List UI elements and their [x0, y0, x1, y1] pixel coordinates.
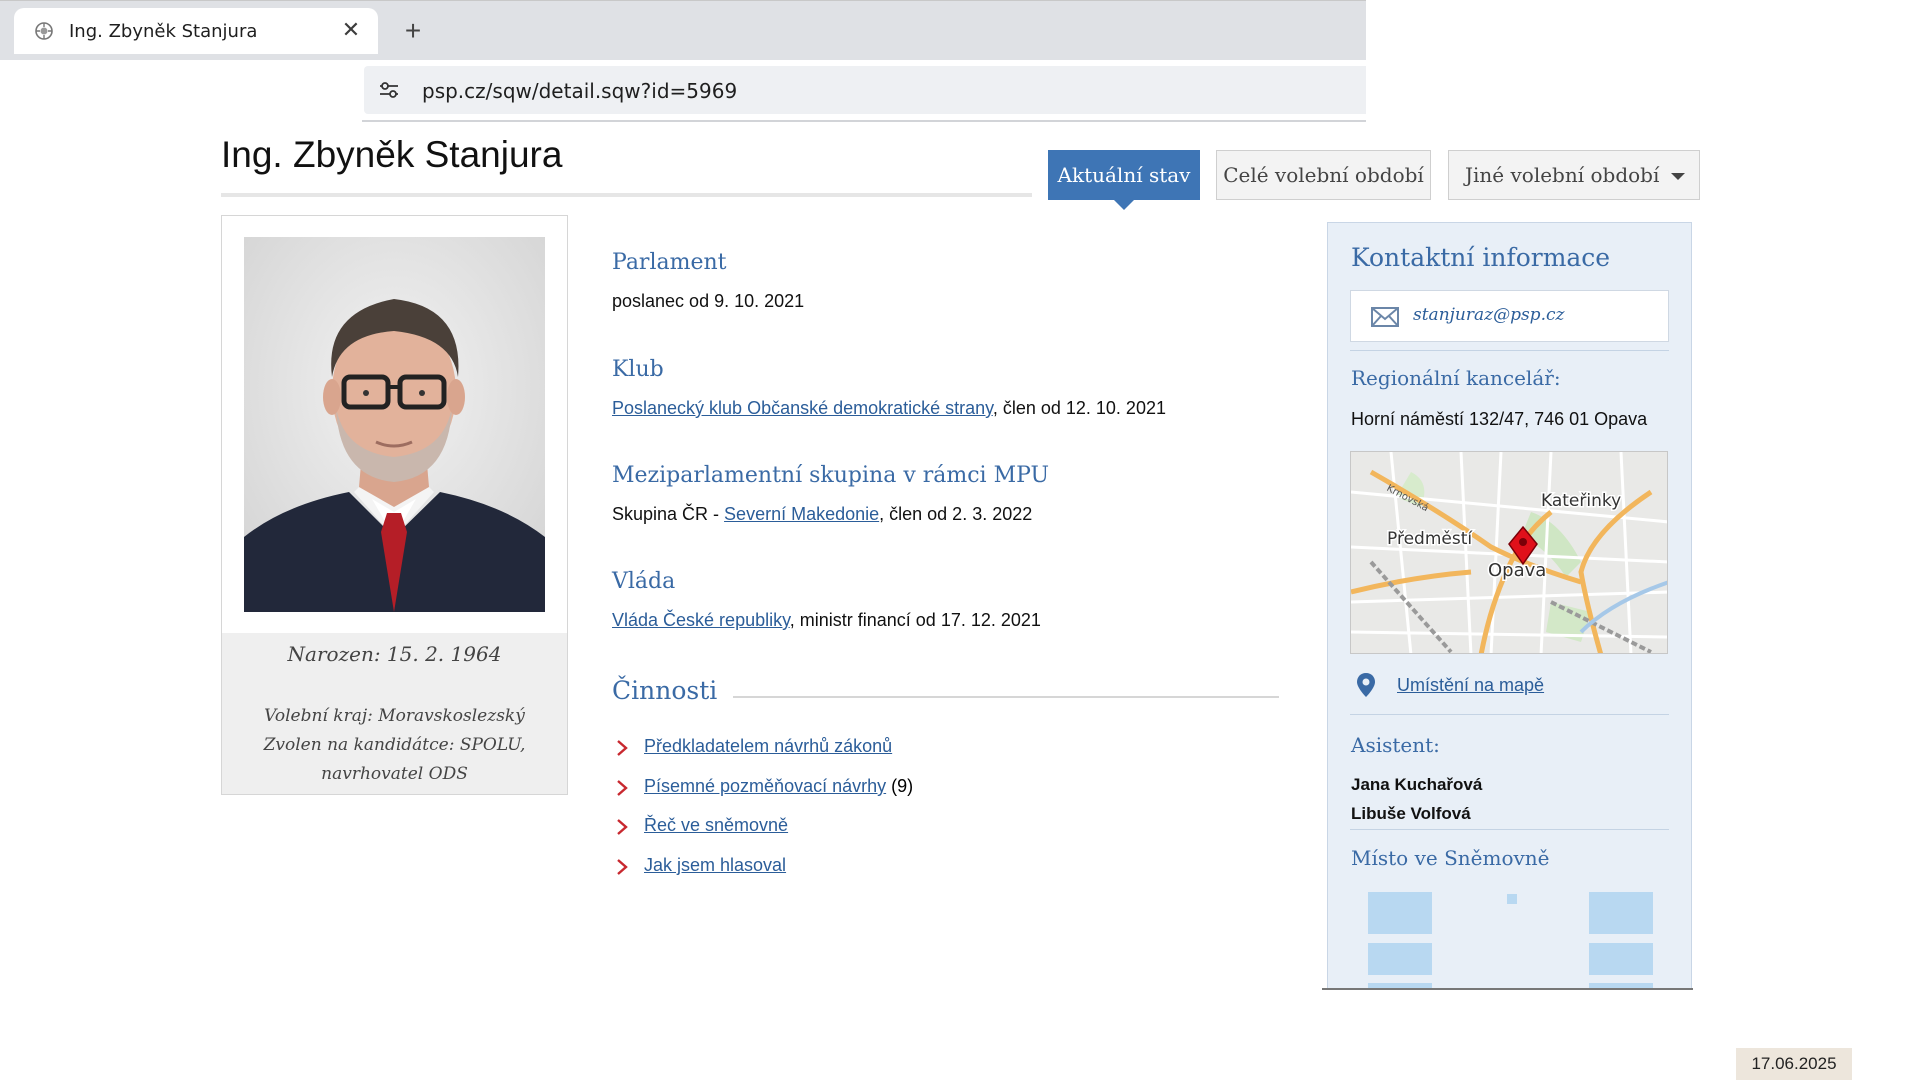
chevron-right-icon — [617, 859, 628, 875]
klub-line: Poslanecký klub Občanské demokratické st… — [612, 398, 1166, 419]
mpu-group-link[interactable]: Severní Makedonie — [724, 504, 879, 524]
activities-heading: Činnosti — [612, 676, 718, 705]
seat-heading: Místo ve Sněmovně — [1351, 846, 1550, 870]
map-label: Kateřinky — [1541, 491, 1621, 511]
club-membership: , člen od 12. 10. 2021 — [992, 398, 1166, 418]
location-pin-icon — [1357, 673, 1375, 697]
date-badge: 17.06.2025 — [1736, 1048, 1852, 1080]
browser-chrome: Ing. Zbyněk Stanjura ✕ + psp.cz/sqw/deta… — [0, 0, 1366, 122]
assistant-name: Libuše Volfová — [1351, 804, 1471, 823]
browser-tab[interactable]: Ing. Zbyněk Stanjura ✕ — [14, 8, 378, 54]
government-role: , ministr financí od 17. 12. 2021 — [789, 610, 1041, 630]
info-line: Zvolen na kandidátce: SPOLU, — [263, 735, 526, 755]
tab-cele-volebni-obdobi[interactable]: Celé volební období — [1216, 150, 1431, 200]
info-line: navrhovatel ODS — [321, 764, 468, 784]
activity-count: (9) — [886, 776, 914, 796]
chrome-divider — [362, 120, 1366, 122]
chevron-right-icon — [617, 780, 628, 796]
tab-label: Aktuální stav — [1057, 163, 1191, 187]
photo-frame — [222, 216, 567, 633]
chevron-right-icon — [617, 740, 628, 756]
new-tab-button[interactable]: + — [396, 14, 430, 48]
birth-date: Narozen: 15. 2. 1964 — [287, 642, 502, 666]
section-heading-vlada: Vláda — [612, 569, 676, 594]
assistant-heading: Asistent: — [1351, 733, 1440, 757]
seat-marker — [1507, 894, 1517, 904]
favicon-icon — [35, 22, 53, 40]
url-text[interactable]: psp.cz/sqw/detail.sqw?id=5969 — [422, 79, 737, 103]
tab-aktualni-stav[interactable]: Aktuální stav — [1048, 150, 1200, 210]
email-link[interactable]: stanjuraz@psp.cz — [1413, 305, 1564, 325]
panel-divider — [1350, 829, 1669, 830]
activities-divider — [733, 696, 1279, 698]
vlada-line: Vláda České republiky, ministr financí o… — [612, 610, 1041, 631]
tab-close-icon[interactable]: ✕ — [338, 17, 364, 43]
tab-label: Jiné volební období — [1465, 163, 1660, 187]
tab-strip: Ing. Zbyněk Stanjura ✕ + — [0, 0, 1366, 60]
chevron-right-icon — [617, 819, 628, 835]
activity-link[interactable]: Řeč ve sněmovně — [644, 815, 788, 835]
office-heading: Regionální kancelář: — [1351, 366, 1561, 390]
email-box[interactable]: stanjuraz@psp.cz — [1350, 290, 1669, 342]
assistant-name: Jana Kuchařová — [1351, 775, 1483, 794]
info-line: Volební kraj: Moravskoslezský — [264, 706, 525, 726]
page-title: Ing. Zbyněk Stanjura — [221, 134, 563, 175]
office-map[interactable]: Kateřinky Předměstí Opava Krnovská — [1350, 451, 1668, 654]
panel-divider — [1350, 350, 1669, 351]
office-address: Horní náměstí 132/47, 746 01 Opava — [1351, 409, 1648, 429]
parlament-text: poslanec od 9. 10. 2021 — [612, 291, 805, 311]
active-tab-pointer — [1113, 199, 1135, 210]
tab-jine-volebni-obdobi[interactable]: Jiné volební období — [1448, 150, 1700, 200]
seat-block — [1368, 892, 1432, 934]
section-heading-mpu: Meziparlamentní skupina v rámci MPU — [612, 463, 1050, 488]
map-location-link[interactable]: Umístění na mapě — [1397, 675, 1544, 696]
address-bar[interactable]: psp.cz/sqw/detail.sqw?id=5969 — [364, 66, 1366, 114]
section-heading-klub: Klub — [612, 357, 664, 382]
contact-panel: Kontaktní informace stanjuraz@psp.cz Reg… — [1327, 222, 1692, 990]
constituency-info: Volební kraj: Moravskoslezský Zvolen na … — [222, 702, 567, 789]
mpu-membership: , člen od 2. 3. 2022 — [879, 504, 1033, 524]
tab-title: Ing. Zbyněk Stanjura — [69, 21, 258, 42]
mpu-prefix: Skupina ČR - — [612, 504, 725, 524]
government-link[interactable]: Vláda České republiky — [612, 610, 790, 630]
activity-link[interactable]: Písemné pozměňovací návrhy — [644, 776, 886, 796]
map-image: Kateřinky Předměstí Opava Krnovská — [1351, 452, 1667, 653]
envelope-icon — [1371, 307, 1399, 327]
mpu-line: Skupina ČR - Severní Makedonie, člen od … — [612, 504, 1032, 525]
map-label: Opava — [1488, 560, 1546, 581]
seat-block — [1589, 943, 1653, 975]
portrait-photo — [244, 237, 545, 612]
club-link[interactable]: Poslanecký klub Občanské demokratické st… — [612, 398, 993, 418]
title-underline — [221, 193, 1032, 197]
site-settings-icon[interactable] — [378, 80, 400, 100]
panel-divider — [1350, 714, 1669, 715]
activity-link[interactable]: Jak jsem hlasoval — [644, 855, 786, 875]
profile-card: Narozen: 15. 2. 1964 Volební kraj: Morav… — [221, 215, 568, 795]
panel-bottom-edge — [1322, 988, 1693, 990]
map-label: Předměstí — [1387, 529, 1473, 549]
activity-link[interactable]: Předkladatelem návrhů zákonů — [644, 736, 892, 756]
contact-heading: Kontaktní informace — [1351, 243, 1611, 272]
section-heading-parlament: Parlament — [612, 250, 727, 275]
seat-block — [1589, 892, 1653, 934]
seat-block — [1368, 943, 1432, 975]
dropdown-caret-icon — [1671, 173, 1685, 180]
tab-label: Celé volební období — [1223, 163, 1424, 187]
